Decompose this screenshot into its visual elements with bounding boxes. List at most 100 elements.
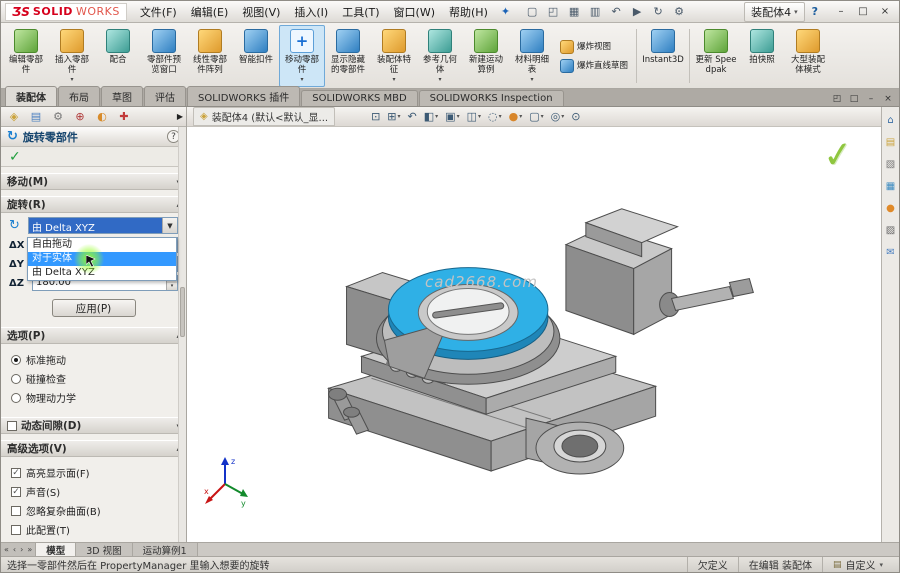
panel-flyout-icon[interactable]: ▶: [177, 112, 183, 121]
tab-3d-views[interactable]: 3D 视图: [76, 543, 132, 556]
select-pointer-icon[interactable]: ▶: [627, 3, 647, 21]
section-rotate-header[interactable]: 旋转(R) ▴: [1, 196, 186, 213]
apply-scene-icon[interactable]: ▢▾: [527, 109, 545, 124]
assembly-model[interactable]: [187, 127, 881, 542]
prev-tab-icon[interactable]: ‹: [13, 545, 16, 554]
radio-physical-dynamics[interactable]: 物理动力学: [11, 390, 176, 405]
print-icon[interactable]: ▥: [585, 3, 605, 21]
dimxpertmanager-tab-icon[interactable]: ⊕: [70, 109, 90, 125]
forum-icon[interactable]: ✉: [884, 245, 898, 259]
displaymanager-tab-icon[interactable]: ◐: [92, 109, 112, 125]
update-speedpak-button[interactable]: 更新 Speedpak: [693, 25, 739, 87]
checkbox-sound[interactable]: ✓ 声音(S): [11, 484, 176, 499]
menu-tools[interactable]: 工具(T): [335, 2, 386, 22]
list-item-free-drag[interactable]: 自由拖动: [28, 238, 176, 252]
ok-button[interactable]: ✓: [9, 149, 21, 165]
tab-evaluate[interactable]: 评估: [144, 86, 186, 106]
menu-insert[interactable]: 插入(I): [287, 2, 335, 22]
home-icon[interactable]: ⌂: [884, 113, 898, 127]
custom-properties-icon[interactable]: ▨: [884, 223, 898, 237]
save-icon[interactable]: ▦: [564, 3, 584, 21]
linear-component-pattern-button[interactable]: 线性零部件阵列: [187, 25, 233, 87]
previous-view-icon[interactable]: ↶: [406, 109, 419, 124]
show-hidden-components-button[interactable]: 显示隐藏的零部件: [325, 25, 371, 87]
component-handle[interactable]: [660, 279, 754, 317]
dynamic-clearance-checkbox[interactable]: ✓: [7, 421, 17, 431]
tab-sketch[interactable]: 草图: [101, 86, 143, 106]
tab-model[interactable]: 模型: [36, 543, 76, 556]
component-preview-window-button[interactable]: 零部件预览窗口: [141, 25, 187, 87]
take-snapshot-button[interactable]: 拍快照: [739, 25, 785, 87]
configurationmanager-tab-icon[interactable]: ⚙: [48, 109, 68, 125]
large-assembly-mode-button[interactable]: 大型装配体模式: [785, 25, 831, 87]
list-item-by-delta-xyz[interactable]: 由 Delta XYZ: [28, 266, 176, 280]
confirmation-corner-check[interactable]: ✓: [821, 134, 855, 178]
radio-standard-drag[interactable]: 标准拖动: [11, 352, 176, 367]
menu-file[interactable]: 文件(F): [133, 2, 184, 22]
appearances-icon[interactable]: ●: [884, 201, 898, 215]
view-orientation-icon[interactable]: ▣▾: [443, 109, 461, 124]
close-pane-icon[interactable]: ×: [881, 94, 895, 104]
explode-line-sketch-button[interactable]: 爆炸直线草图: [558, 58, 630, 74]
bill-of-materials-button[interactable]: 材料明细表 ▾: [509, 25, 555, 87]
propertymanager-tab-icon[interactable]: ▤: [26, 109, 46, 125]
apply-button[interactable]: 应用(P): [52, 299, 136, 317]
maximize-button[interactable]: □: [853, 4, 873, 20]
menu-edit[interactable]: 编辑(E): [184, 2, 236, 22]
reference-geometry-button[interactable]: 参考几何体 ▾: [417, 25, 463, 87]
pane-left-icon[interactable]: ◰: [830, 94, 844, 104]
next-tab-icon[interactable]: ›: [20, 545, 23, 554]
tab-sw-inspection[interactable]: SOLIDWORKS Inspection: [419, 90, 564, 106]
instant3d-button[interactable]: Instant3D: [640, 25, 686, 87]
insert-components-button[interactable]: 插入零部件 ▾: [49, 25, 95, 87]
undo-icon[interactable]: ↶: [606, 3, 626, 21]
tab-motion-study-1[interactable]: 运动算例1: [133, 543, 198, 556]
open-file-icon[interactable]: ◰: [543, 3, 563, 21]
options-gear-icon[interactable]: ⚙: [669, 3, 689, 21]
help-button[interactable]: ?: [807, 4, 823, 19]
chevron-down-icon[interactable]: ▾: [392, 76, 395, 83]
combo-dropdown-icon[interactable]: ▼: [162, 218, 177, 233]
scrollbar-thumb[interactable]: [180, 287, 185, 337]
move-component-button[interactable]: + 移动零部件 ▾: [279, 25, 325, 87]
component-right-column[interactable]: [566, 209, 678, 335]
model-canvas[interactable]: cad2668.com ✓ z x y: [187, 127, 881, 542]
zoom-area-icon[interactable]: ⊞▾: [385, 109, 402, 124]
camera-icon[interactable]: ⊙: [569, 109, 582, 124]
section-dynamic-clearance-header[interactable]: ✓ 动态间隙(D) ▾: [1, 417, 186, 434]
first-tab-icon[interactable]: «: [4, 545, 9, 554]
pin-menu-icon[interactable]: ✦: [497, 5, 514, 18]
document-tab[interactable]: ◈ 装配体4 (默认<默认_显...: [193, 107, 335, 126]
tab-sw-addins[interactable]: SOLIDWORKS 插件: [187, 86, 300, 106]
assembly-features-button[interactable]: 装配体特征 ▾: [371, 25, 417, 87]
section-move-header[interactable]: 移动(M) ▾: [1, 173, 186, 190]
exploded-view-button[interactable]: 爆炸视图: [558, 39, 630, 55]
radio-collision-detection[interactable]: 碰撞检查: [11, 371, 176, 386]
section-advanced-header[interactable]: 高级选项(V) ▴: [1, 440, 186, 457]
list-item-by-entity[interactable]: 对于实体: [28, 252, 176, 266]
section-options-header[interactable]: 选项(P) ▴: [1, 327, 186, 344]
zoom-fit-icon[interactable]: ⊡: [369, 109, 382, 124]
featuremanager-tab-icon[interactable]: ◈: [4, 109, 24, 125]
chevron-down-icon[interactable]: ▾: [438, 76, 441, 83]
new-motion-study-button[interactable]: 新建运动算例: [463, 25, 509, 87]
panel-scrollbar[interactable]: [178, 127, 186, 542]
chevron-down-icon[interactable]: ▾: [530, 76, 533, 83]
section-view-icon[interactable]: ◧▾: [422, 109, 440, 124]
addins-tab-icon[interactable]: ✚: [114, 109, 134, 125]
chevron-down-icon[interactable]: ▾: [300, 76, 303, 83]
mate-button[interactable]: 配合: [95, 25, 141, 87]
file-explorer-icon[interactable]: ▧: [884, 157, 898, 171]
collapse-ribbon-icon[interactable]: –: [864, 94, 878, 104]
checkbox-highlight-faces[interactable]: ✓ 高亮显示面(F): [11, 465, 176, 480]
document-switcher[interactable]: 装配体4 ▾: [744, 2, 805, 22]
checkbox-this-configuration[interactable]: ✓ 此配置(T): [11, 522, 176, 537]
tab-sw-mbd[interactable]: SOLIDWORKS MBD: [301, 90, 417, 106]
tab-assembly[interactable]: 装配体: [5, 86, 57, 106]
display-style-icon[interactable]: ◫▾: [465, 109, 483, 124]
view-settings-icon[interactable]: ◎▾: [549, 109, 567, 124]
checkbox-ignore-complex-surfaces[interactable]: ✓ 忽略复杂曲面(B): [11, 503, 176, 518]
edit-appearance-icon[interactable]: ●▾: [507, 109, 525, 124]
minimize-button[interactable]: –: [831, 4, 851, 20]
menu-window[interactable]: 窗口(W): [387, 2, 442, 22]
